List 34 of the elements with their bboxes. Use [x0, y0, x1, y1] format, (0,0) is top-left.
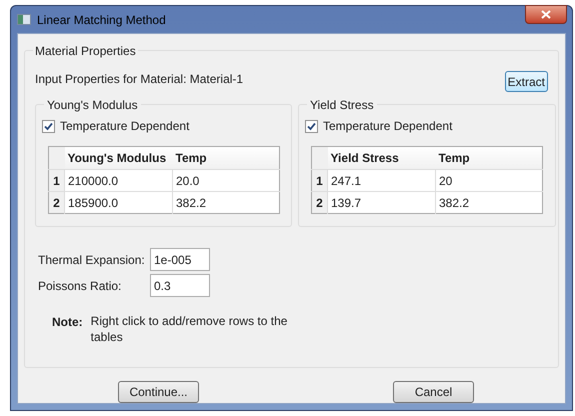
continue-button[interactable]: Continue... — [118, 381, 199, 403]
column-header: Temp — [176, 151, 207, 165]
cancel-button[interactable]: Cancel — [393, 381, 474, 403]
close-button[interactable] — [525, 5, 567, 24]
table-cell: 185900.0 — [68, 196, 118, 210]
table-cell: 382.2 — [176, 196, 206, 210]
table-cell: 210000.0 — [68, 174, 118, 188]
input-properties-label: Input Properties for Material: Material-1 — [35, 70, 244, 88]
checkbox[interactable] — [305, 120, 318, 132]
row-number: 1 — [316, 174, 323, 188]
input-field[interactable]: 1e-005 — [150, 248, 210, 271]
window-title: Linear Matching Method — [37, 12, 166, 28]
extract-button[interactable]: Extract — [504, 71, 548, 92]
input-field[interactable]: 0.3 — [150, 274, 210, 297]
table-cell: 139.7 — [331, 196, 362, 210]
field-label: Thermal Expansion: — [37, 252, 146, 268]
table-cell: 382.2 — [439, 196, 470, 210]
column-header: Young's Modulus — [68, 151, 166, 165]
row-number: 1 — [53, 174, 60, 188]
close-icon — [541, 10, 551, 19]
row-number: 2 — [316, 196, 323, 210]
table-cell: 247.1 — [331, 174, 362, 188]
note-label: Note: — [52, 314, 83, 331]
table-cell: 20.0 — [176, 174, 200, 188]
temperature-checkbox[interactable]: Temperature Dependent — [305, 117, 543, 135]
checkbox[interactable] — [42, 120, 55, 132]
field-label: Poissons Ratio: — [37, 278, 122, 294]
row-number: 2 — [53, 196, 60, 210]
column-header: Temp — [438, 151, 470, 165]
temperature-checkbox[interactable]: Temperature Dependent — [42, 117, 279, 135]
app-icon — [17, 14, 31, 25]
note-text: Right click to add/remove rows to the tables — [90, 313, 288, 345]
table-cell: 20 — [439, 174, 452, 188]
column-header: Yield Stress — [330, 151, 399, 165]
